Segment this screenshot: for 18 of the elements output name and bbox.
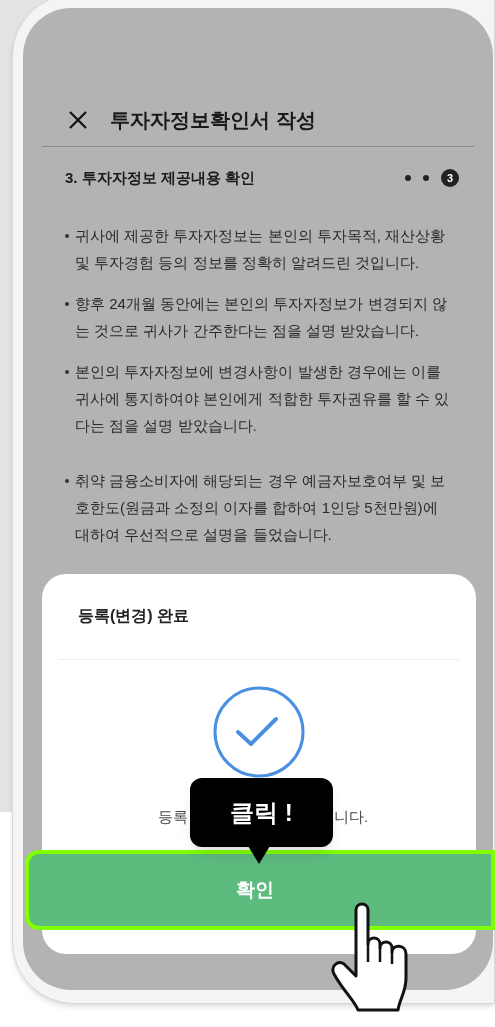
section-title: 3. 투자자정보 제공내용 확인 bbox=[65, 168, 255, 188]
dialog-message: 니다. bbox=[334, 807, 369, 827]
bullet-icon bbox=[65, 369, 69, 374]
dialog-message: 등록 bbox=[158, 807, 188, 827]
close-icon[interactable] bbox=[68, 110, 88, 130]
bullet-icon bbox=[65, 233, 69, 238]
screen-title: 투자자정보확인서 작성 bbox=[110, 108, 316, 133]
bullet-text: 향후 24개월 동안에는 본인의 투자자정보가 변경되지 않는 것으로 귀사가 간주한다는 점을 설명 받았습니다. bbox=[75, 293, 448, 341]
confirm-button[interactable]: 확인 bbox=[25, 850, 495, 930]
bullet-text: 취약 금융소비자에 해당되는 경우 예금자보호여부 및 보호한도(원금과 소정의 이자를 합하여 1인당 5천만원)에 대하여 우선적으로 설명을 들었습니다. bbox=[75, 470, 446, 545]
bullet-text: 귀사에 제공한 투자자정보는 본인의 투자목적, 재산상황 및 투자경험 등의 정보를 정확히 알려드린 것입니다. bbox=[75, 225, 446, 273]
check-circle-icon bbox=[212, 685, 306, 779]
bullet-icon bbox=[65, 478, 69, 483]
tooltip-tail-icon bbox=[248, 846, 270, 864]
bullet-icon bbox=[65, 301, 69, 306]
bullet-text: 본인의 투자자정보에 변경사항이 발생한 경우에는 이를 귀사에 통지하여야 본인에게 적합한 투자권유를 할 수 있다는 점을 설명 받았습니다. bbox=[75, 361, 451, 436]
dialog-title: 등록(변경) 완료 bbox=[78, 606, 190, 626]
tooltip: 클릭 ! bbox=[190, 778, 333, 847]
